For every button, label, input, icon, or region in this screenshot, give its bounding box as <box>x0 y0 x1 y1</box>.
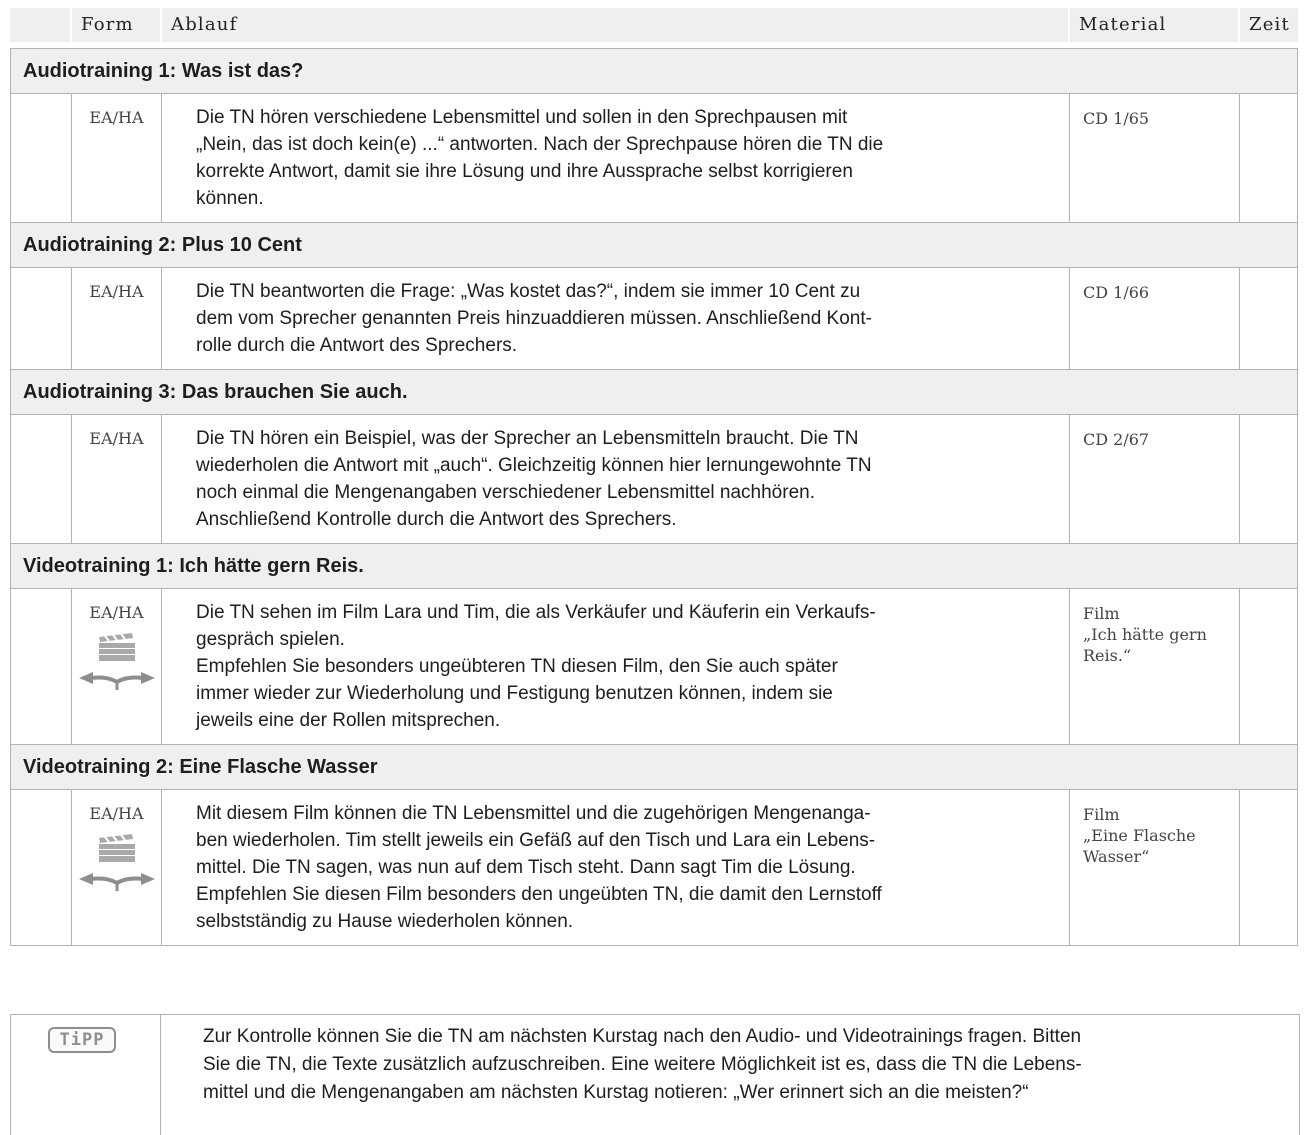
material-line: CD 2/67 <box>1083 430 1150 449</box>
material-cell: CD 1/66 <box>1069 268 1239 369</box>
section-title: Audiotraining 2: Plus 10 Cent <box>11 223 1297 268</box>
form-label: EA/HA <box>89 108 144 127</box>
form-cell: EA/HA <box>71 94 161 222</box>
description-line: Empfehlen Sie besonders ungeübteren TN d… <box>196 656 838 677</box>
header-material: Material <box>1068 8 1238 42</box>
description-line: Die TN sehen im Film Lara und Tim, die a… <box>196 602 876 623</box>
header-form: Form <box>70 8 160 42</box>
row-spacer-cell <box>11 415 71 543</box>
material-cell: CD 2/67 <box>1069 415 1239 543</box>
material-line: Film <box>1083 805 1120 824</box>
description-line: ben wiederholen. Tim stellt jeweils ein … <box>196 830 876 851</box>
description-line: gespräch spielen. <box>196 629 345 650</box>
form-cell: EA/HA <box>71 790 161 945</box>
row-spacer-cell <box>11 589 71 744</box>
tip-icon-cell: TiPP <box>11 1015 161 1135</box>
description-cell: Die TN beantworten die Frage: „Was koste… <box>161 268 1069 369</box>
description-line: Anschließend Kontrolle durch die Antwort… <box>196 509 677 530</box>
tip-badge-icon: TiPP <box>48 1027 116 1053</box>
row-spacer-cell <box>11 790 71 945</box>
zeit-cell <box>1239 589 1297 744</box>
description-line: noch einmal die Mengenangaben verschiede… <box>196 482 815 503</box>
tip-line: Sie die TN, die Texte zusätzlich aufzusc… <box>203 1054 1082 1075</box>
film-clapper-icon <box>98 834 135 862</box>
row-spacer-cell <box>11 268 71 369</box>
description-line: können. <box>196 188 264 209</box>
description-line: jeweils eine der Rollen mitsprechen. <box>196 710 501 731</box>
table-header: Form Ablauf Material Zeit <box>10 8 1298 42</box>
activity-row: EA/HA Die TN hören verschiedene Lebensmit… <box>11 94 1297 223</box>
description-line: „Nein, das ist doch kein(e) ...“ antwort… <box>196 134 884 155</box>
description-line: dem vom Sprecher genannten Preis hinzuad… <box>196 308 872 329</box>
section-title: Audiotraining 3: Das brauchen Sie auch. <box>11 370 1297 415</box>
description-line: selbstständig zu Hause wiederholen könne… <box>196 911 574 932</box>
header-zeit: Zeit <box>1238 8 1298 42</box>
description-cell: Mit diesem Film können die TN Lebensmitt… <box>161 790 1069 945</box>
description-cell: Die TN sehen im Film Lara und Tim, die a… <box>161 589 1069 744</box>
activity-row: EA/HA Die TN hören ein Beispiel, was der … <box>11 415 1297 544</box>
form-cell: EA/HA <box>71 415 161 543</box>
section-title: Videotraining 1: Ich hätte gern Reis. <box>11 544 1297 589</box>
form-label: EA/HA <box>89 282 144 301</box>
material-line: CD 1/65 <box>1083 109 1150 128</box>
material-cell: Film „Ich hätte gern Reis.“ <box>1069 589 1239 744</box>
activity-row: EA/HA Mit diesem Film können die TN Leben… <box>11 790 1297 946</box>
activity-row: EA/HA Die TN sehen im Film Lara und Tim, … <box>11 589 1297 745</box>
description-line: korrekte Antwort, damit sie ihre Lösung … <box>196 161 853 182</box>
form-label: EA/HA <box>89 603 144 622</box>
description-line: immer wieder zur Wiederholung und Festig… <box>196 683 833 704</box>
description-line: rolle durch die Antwort des Sprechers. <box>196 335 518 356</box>
lesson-plan: Form Ablauf Material Zeit Audiotraining … <box>10 8 1298 946</box>
material-line: Film <box>1083 604 1120 623</box>
material-line: „Ich hätte gern <box>1083 625 1207 644</box>
material-line: Reis.“ <box>1083 646 1132 665</box>
form-label: EA/HA <box>89 804 144 823</box>
material-cell: Film „Eine Flasche Wasser“ <box>1069 790 1239 945</box>
exchange-arrows-icon <box>78 672 155 690</box>
activity-row: EA/HA Die TN beantworten die Frage: „Was … <box>11 268 1297 370</box>
material-cell: CD 1/65 <box>1069 94 1239 222</box>
material-line: Wasser“ <box>1083 847 1150 866</box>
zeit-cell <box>1239 415 1297 543</box>
description-line: Mit diesem Film können die TN Lebensmitt… <box>196 803 871 824</box>
tip-line: mittel und die Mengenangaben am nächsten… <box>203 1082 1029 1103</box>
tip-box: TiPP Zur Kontrolle können Sie die TN am … <box>10 1014 1300 1135</box>
section-title: Videotraining 2: Eine Flasche Wasser <box>11 745 1297 790</box>
description-line: Die TN beantworten die Frage: „Was koste… <box>196 281 861 302</box>
header-empty <box>10 8 70 42</box>
form-cell: EA/HA <box>71 589 161 744</box>
film-clapper-icon <box>98 633 135 661</box>
description-line: mittel. Die TN sagen, was nun auf dem Ti… <box>196 857 856 878</box>
tip-text: Zur Kontrolle können Sie die TN am nächs… <box>161 1015 1299 1135</box>
material-line: CD 1/66 <box>1083 283 1150 302</box>
zeit-cell <box>1239 790 1297 945</box>
tip-line: Zur Kontrolle können Sie die TN am nächs… <box>203 1026 1082 1047</box>
zeit-cell <box>1239 268 1297 369</box>
exchange-arrows-icon <box>78 873 155 891</box>
description-cell: Die TN hören verschiedene Lebensmittel u… <box>161 94 1069 222</box>
description-line: Empfehlen Sie diesen Film besonders den … <box>196 884 882 905</box>
zeit-cell <box>1239 94 1297 222</box>
material-line: „Eine Flasche <box>1083 826 1196 845</box>
activity-table: Audiotraining 1: Was ist das? EA/HA Die TN… <box>10 48 1298 946</box>
form-label: EA/HA <box>89 429 144 448</box>
description-line: Die TN hören ein Beispiel, was der Sprec… <box>196 428 859 449</box>
description-line: Die TN hören verschiedene Lebensmittel u… <box>196 107 848 128</box>
row-spacer-cell <box>11 94 71 222</box>
description-line: wiederholen die Antwort mit „auch“. Glei… <box>196 455 872 476</box>
description-cell: Die TN hören ein Beispiel, was der Sprec… <box>161 415 1069 543</box>
section-title: Audiotraining 1: Was ist das? <box>11 49 1297 94</box>
header-ablauf: Ablauf <box>160 8 1068 42</box>
form-cell: EA/HA <box>71 268 161 369</box>
